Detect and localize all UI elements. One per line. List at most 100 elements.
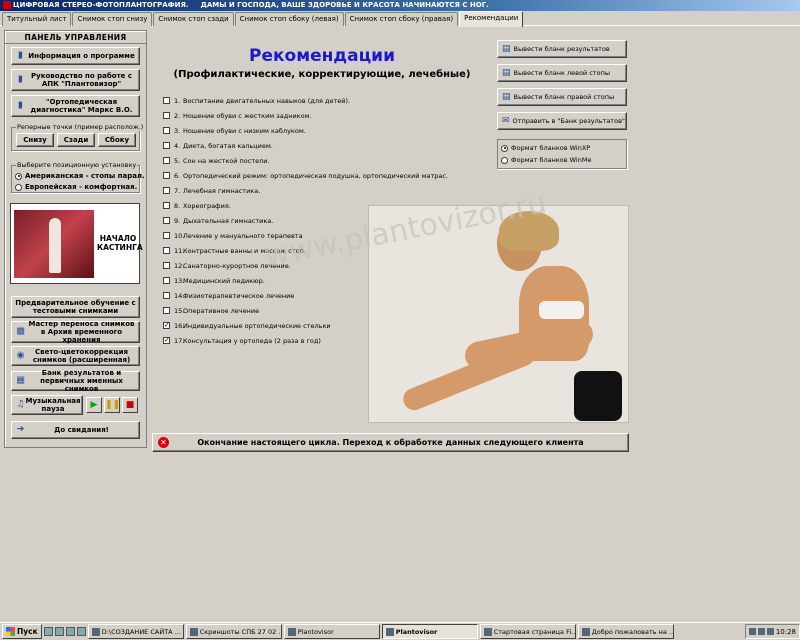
checkbox[interactable] xyxy=(163,172,170,179)
tray-icon[interactable] xyxy=(748,628,756,635)
checkbox[interactable] xyxy=(163,112,170,119)
item-text: Физиотерапевтическое лечение xyxy=(183,291,295,300)
recommendation-item[interactable]: 5. Сон на жесткой постели. xyxy=(163,153,473,168)
document-icon: ▤ xyxy=(502,68,511,78)
checkbox[interactable] xyxy=(163,187,170,194)
results-bank-button[interactable]: ▦ Банк результатов и первичных именных с… xyxy=(11,369,140,393)
color-correction-button[interactable]: ◉ Свето-цветокоррекция снимков (расширен… xyxy=(11,346,140,366)
casting-start-button[interactable]: НАЧАЛО КАСТИНГА xyxy=(10,203,143,284)
archive-icon: ▩ xyxy=(16,326,25,337)
guide-button[interactable]: ▮ Руководство по работе с АПК "Плантовиз… xyxy=(11,69,140,91)
checkbox[interactable] xyxy=(163,217,170,224)
item-number: 16. xyxy=(174,321,185,330)
palette-icon: ◉ xyxy=(16,350,25,361)
app-icon xyxy=(3,1,11,9)
position-american-option[interactable]: Американская - стопы парал. xyxy=(15,172,145,180)
tab-title-page[interactable]: Титульный лист xyxy=(2,12,72,26)
tab-left-side-view[interactable]: Снимок стоп сбоку (левая) xyxy=(234,12,344,26)
tray-icon[interactable] xyxy=(757,628,765,635)
ref-bottom-button[interactable]: Снизу xyxy=(16,133,54,147)
exit-icon: ➜ xyxy=(16,424,25,435)
item-text: Оперативное лечение xyxy=(183,306,260,315)
folder-icon xyxy=(189,627,198,636)
quicklaunch-icon[interactable] xyxy=(43,627,53,636)
recommendation-item[interactable]: 4. Диета, богатая кальцием. xyxy=(163,138,473,153)
browser-icon xyxy=(483,627,492,636)
recommendation-item[interactable]: 6. Ортопедический режим: ортопедическая п… xyxy=(163,168,473,183)
send-to-bank-button[interactable]: ✉ Отправить в "Банк результатов" xyxy=(497,112,627,130)
checkbox[interactable] xyxy=(163,292,170,299)
checkbox[interactable] xyxy=(163,232,170,239)
print-right-foot-button[interactable]: ▤ Вывести бланк правой стопы xyxy=(497,88,627,106)
tray-icon[interactable] xyxy=(766,628,774,635)
clock[interactable]: 10:28 xyxy=(776,628,796,636)
stop-button[interactable]: ■ xyxy=(122,397,138,413)
format-winxp-option[interactable]: Формат бланков WinXP xyxy=(501,144,590,152)
tab-bottom-view[interactable]: Снимок стоп снизу xyxy=(72,12,153,26)
radio-unselected xyxy=(501,156,508,164)
checkbox[interactable] xyxy=(163,262,170,269)
marks-button[interactable]: ▮ "Ортопедическая диагностика" Маркс В.О… xyxy=(11,95,140,117)
checkbox[interactable] xyxy=(163,142,170,149)
quicklaunch-icon[interactable] xyxy=(54,627,64,636)
task-label: Plantovisor xyxy=(297,627,334,636)
item-number: 4. xyxy=(174,141,181,150)
ref-back-button[interactable]: Сзади xyxy=(57,133,95,147)
color-button-label: Свето-цветокоррекция снимков (расширенна… xyxy=(32,348,131,364)
task-button[interactable]: D:\СОЗДАНИЕ САЙТА ... xyxy=(87,624,184,639)
quicklaunch-icon[interactable] xyxy=(76,627,86,636)
checkbox-checked[interactable]: ✓ xyxy=(163,337,170,344)
pause-button[interactable]: ❚❚ xyxy=(104,397,120,413)
training-button-label: Предварительное обучение с тестовыми сни… xyxy=(15,299,136,315)
task-button-active[interactable]: Plantovisor xyxy=(381,624,478,639)
start-button[interactable]: Пуск xyxy=(2,624,42,639)
training-button[interactable]: Предварительное обучение с тестовыми сни… xyxy=(11,296,140,318)
quicklaunch-icon[interactable] xyxy=(65,627,75,636)
recommendation-item[interactable]: 3. Ношение обуви с низким каблуком. xyxy=(163,123,473,138)
music-pause-button[interactable]: ♫ Музыкальная пауза xyxy=(11,395,83,415)
tab-right-side-view[interactable]: Снимок стоп сбоку (правая) xyxy=(344,12,459,26)
checkbox[interactable] xyxy=(163,247,170,254)
task-button[interactable]: Скриншоты СПБ 27 02 ... xyxy=(185,624,282,639)
item-text: Ортопедический режим: ортопедическая под… xyxy=(183,171,448,180)
checkbox[interactable] xyxy=(163,97,170,104)
print-results-button[interactable]: ▤ Вывести бланк результатов xyxy=(497,40,627,58)
play-button[interactable]: ▶ xyxy=(86,397,102,413)
goodbye-button[interactable]: ➜ До свидания! xyxy=(11,421,140,439)
task-button[interactable]: Добро пожаловать на ... xyxy=(577,624,674,639)
checkbox[interactable] xyxy=(163,127,170,134)
ref-side-button[interactable]: Сбоку xyxy=(98,133,136,147)
position-european-option[interactable]: Европейская - комфортная. xyxy=(15,183,137,191)
position-group: Выберите позиционную установку Американс… xyxy=(11,161,145,193)
item-text: Медицинский педикюр. xyxy=(183,276,265,285)
task-button[interactable]: Стартовая страница Fi... xyxy=(479,624,576,639)
casting-label: НАЧАЛО КАСТИНГА xyxy=(97,234,143,252)
item-number: 13. xyxy=(174,276,185,285)
print-left-foot-button[interactable]: ▤ Вывести бланк левой стопы xyxy=(497,64,627,82)
end-cycle-button[interactable]: ✕ Окончание настоящего цикла. Переход к … xyxy=(152,433,629,452)
item-text: Дыхательная гимнастика. xyxy=(183,216,274,225)
checkbox[interactable] xyxy=(163,277,170,284)
print-left-label: Вывести бланк левой стопы xyxy=(513,69,610,77)
checkbox[interactable] xyxy=(163,157,170,164)
item-number: 7. xyxy=(174,186,181,195)
item-number: 14. xyxy=(174,291,185,300)
checkbox-checked[interactable]: ✓ xyxy=(163,322,170,329)
recommendation-item[interactable]: 7. Лечебная гимнастика. xyxy=(163,183,473,198)
tab-back-view[interactable]: Снимок стоп сзади xyxy=(153,12,234,26)
send-icon: ✉ xyxy=(502,116,510,126)
format-winxp-label: Формат бланков WinXP xyxy=(511,144,591,152)
checkbox[interactable] xyxy=(163,202,170,209)
tab-recommendations[interactable]: Рекомендации xyxy=(459,11,524,27)
transfer-button[interactable]: ▩ Мастер переноса снимков в Архив времен… xyxy=(11,320,140,344)
window-titlebar: ЦИФРОВАЯ СТЕРЕО-ФОТОПЛАНТОГРАФИЯ. ДАМЫ И… xyxy=(0,0,800,11)
recommendation-item[interactable]: 1. Воспитание двигательных навыков (для д… xyxy=(163,93,473,108)
checkbox[interactable] xyxy=(163,307,170,314)
recommendation-item[interactable]: 2. Ношение обуви с жестким задником. xyxy=(163,108,473,123)
task-button[interactable]: Plantovisor xyxy=(283,624,380,639)
windows-logo-icon xyxy=(6,627,15,636)
control-panel: ПАНЕЛЬ УПРАВЛЕНИЯ ▮ Информация о програм… xyxy=(4,30,147,448)
format-winme-option[interactable]: Формат бланков WinMe xyxy=(501,156,591,164)
info-button[interactable]: ▮ Информация о программе xyxy=(11,47,140,65)
item-number: 15. xyxy=(174,306,185,315)
